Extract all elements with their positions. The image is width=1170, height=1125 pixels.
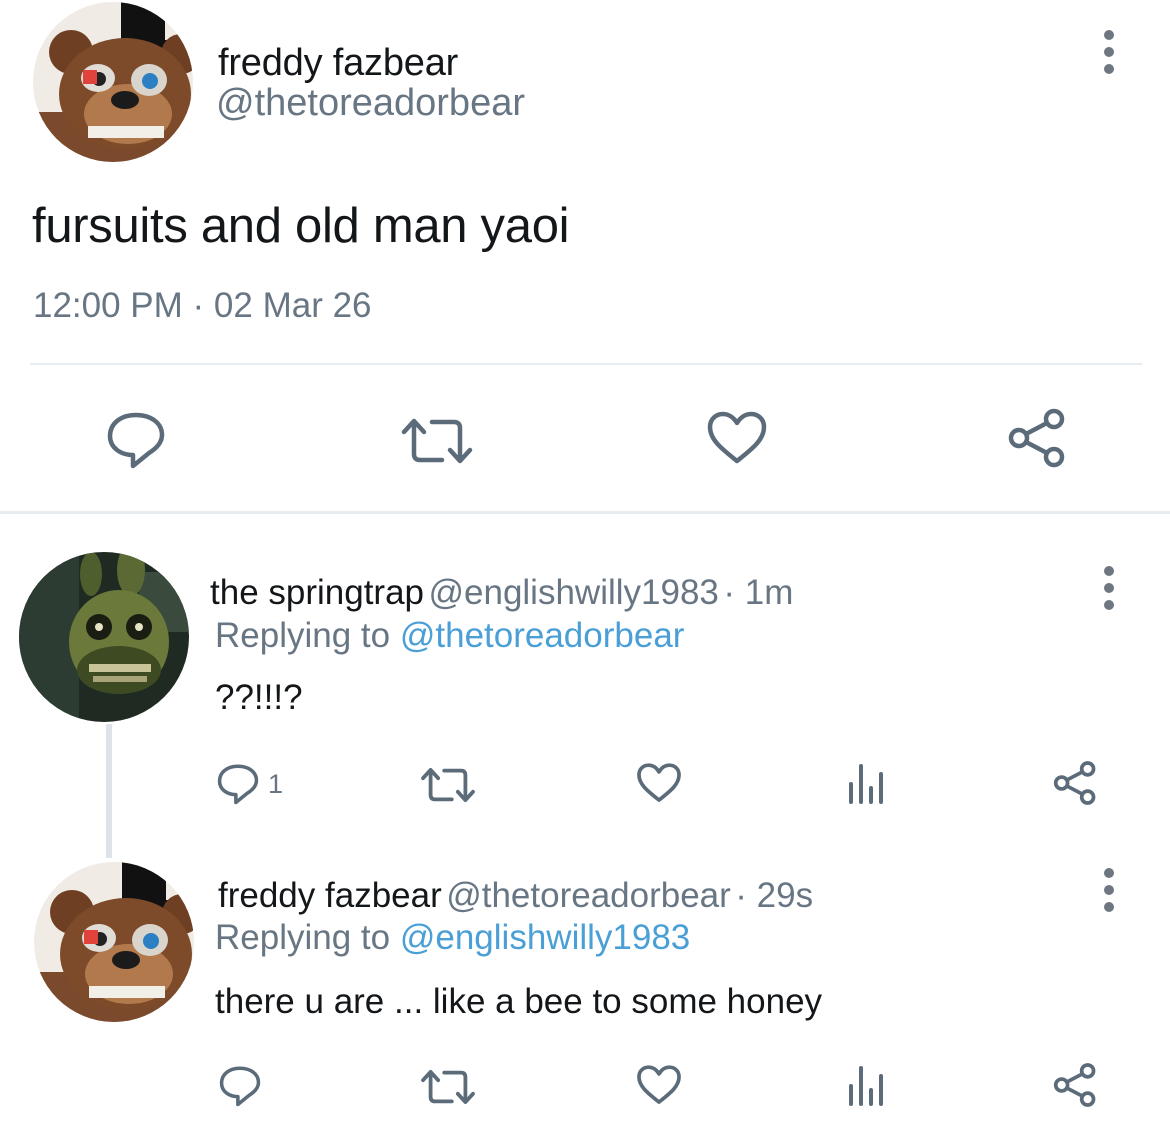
reply-avatar[interactable] [19, 552, 189, 722]
like-button[interactable] [636, 762, 682, 804]
reply-header: freddy fazbear @thetoreadorbear · 29s [218, 876, 813, 916]
replying-to-mention[interactable]: @thetoreadorbear [400, 616, 685, 655]
more-dot [1104, 47, 1114, 57]
reply-avatar[interactable] [34, 862, 194, 1022]
analytics-icon [849, 1066, 883, 1106]
more-options-button[interactable] [1102, 868, 1116, 912]
reply-author-handle[interactable]: @englishwilly1983 [428, 573, 718, 612]
share-button[interactable] [1006, 408, 1068, 468]
reply-header: the springtrap @englishwilly1983 · 1m [210, 573, 793, 613]
replying-to-label: Replying to [215, 616, 391, 655]
replying-to: Replying to @englishwilly1983 [215, 918, 690, 958]
reply-text: ??!!!? [215, 678, 303, 717]
reply-time: · 1m [723, 573, 794, 612]
reply-author-handle[interactable]: @thetoreadorbear [446, 876, 731, 915]
reply-icon [219, 1066, 261, 1107]
share-button[interactable] [1052, 1062, 1098, 1108]
like-icon [707, 411, 767, 464]
reply-author-name[interactable]: freddy fazbear [218, 876, 442, 915]
divider [30, 363, 1142, 365]
retweet-icon [421, 1069, 475, 1105]
share-button[interactable] [1052, 760, 1098, 806]
section-divider [0, 511, 1170, 514]
reply-button[interactable] [218, 1064, 262, 1108]
author-handle[interactable]: @thetoreadorbear [216, 82, 525, 125]
freddy-fazbear-avatar [34, 862, 194, 1022]
analytics-icon [849, 764, 883, 804]
more-dot [1104, 566, 1114, 576]
more-options-button[interactable] [1102, 30, 1116, 74]
reply-text: there u are ... like a bee to some honey [215, 982, 823, 1021]
replying-to-mention[interactable]: @englishwilly1983 [400, 918, 690, 957]
reply-author-name[interactable]: the springtrap [210, 573, 424, 612]
more-dot [1104, 902, 1114, 912]
more-dot [1104, 583, 1114, 593]
more-dot [1104, 64, 1114, 74]
retweet-button[interactable] [420, 766, 476, 804]
more-dot [1104, 600, 1114, 610]
more-options-button[interactable] [1102, 566, 1116, 610]
retweet-button[interactable] [400, 416, 474, 466]
tweet-text: fursuits and old man yaoi [32, 199, 570, 253]
replying-to: Replying to @thetoreadorbear [215, 616, 684, 656]
replying-to-label: Replying to [215, 918, 391, 957]
reply-button[interactable] [105, 410, 167, 470]
reply-time: · 29s [735, 876, 814, 915]
more-dot [1104, 885, 1114, 895]
like-icon [637, 1065, 681, 1104]
reply-icon [217, 764, 259, 805]
analytics-button[interactable] [846, 762, 886, 804]
retweet-button[interactable] [420, 1068, 476, 1106]
share-icon [1053, 1063, 1096, 1107]
reply-button[interactable]: 1 [216, 762, 283, 806]
reply-count: 1 [268, 768, 284, 799]
thread-line [106, 724, 112, 858]
more-dot [1104, 868, 1114, 878]
like-icon [637, 763, 681, 802]
retweet-icon [401, 418, 473, 464]
more-dot [1104, 30, 1114, 40]
retweet-icon [421, 767, 475, 803]
author-name[interactable]: freddy fazbear [218, 42, 458, 85]
share-icon [1053, 761, 1096, 805]
reply-icon [107, 412, 165, 469]
springtrap-avatar [19, 552, 189, 722]
tweet-timestamp: 12:00 PM · 02 Mar 26 [33, 286, 372, 325]
share-icon [1008, 408, 1065, 468]
like-button[interactable] [706, 410, 768, 466]
author-avatar[interactable] [33, 2, 193, 162]
like-button[interactable] [636, 1064, 682, 1106]
freddy-fazbear-avatar [33, 2, 193, 162]
analytics-button[interactable] [846, 1064, 886, 1106]
